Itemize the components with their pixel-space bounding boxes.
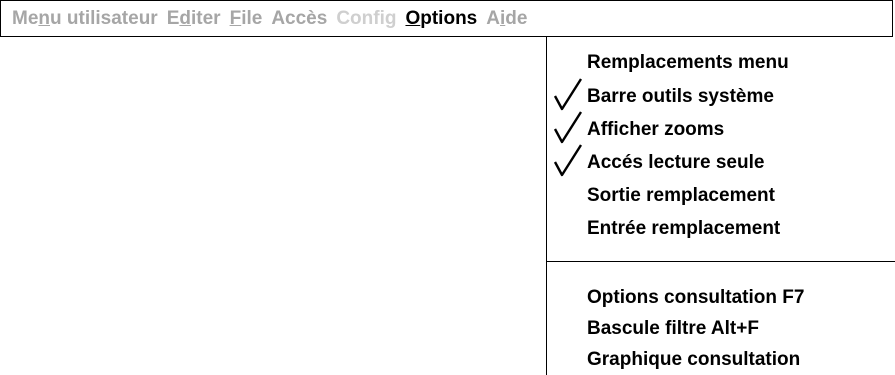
menu-options[interactable]: Options	[405, 8, 477, 30]
menu-item-label: Accés lecture seule	[587, 151, 765, 173]
menu-editer[interactable]: Editer	[167, 8, 221, 30]
menu-item-sortie-remplacement[interactable]: Sortie remplacement	[547, 180, 895, 211]
menu-acces[interactable]: Accès	[271, 8, 327, 30]
menu-item-label: Remplacements menu	[587, 51, 789, 73]
menu-item-label: Barre outils système	[587, 85, 774, 107]
menu-item-afficher-zooms[interactable]: Afficher zooms	[547, 111, 895, 145]
menu-item-barre-outils-systeme[interactable]: Barre outils système	[547, 78, 895, 112]
menu-utilisateur[interactable]: Menu utilisateur	[12, 8, 158, 30]
menu-separator	[547, 261, 895, 262]
checkmark-icon	[553, 78, 583, 111]
menu-item-remplacements-menu[interactable]: Remplacements menu	[547, 47, 895, 78]
menu-item-label: Entrée remplacement	[587, 217, 781, 239]
menu-item-entree-remplacement[interactable]: Entrée remplacement	[547, 213, 895, 244]
checkmark-icon	[553, 144, 583, 177]
menu-file[interactable]: File	[230, 8, 263, 30]
menu-item-options-consultation[interactable]: Options consultation F7	[547, 282, 895, 313]
menu-item-label: Options consultation F7	[587, 286, 805, 308]
menu-item-label: Graphique consultation	[587, 348, 801, 370]
menu-bar: Menu utilisateur Editer File Accès Confi…	[0, 0, 893, 37]
menu-item-acces-lecture-seule[interactable]: Accés lecture seule	[547, 144, 895, 178]
menu-item-label: Bascule filtre Alt+F	[587, 317, 759, 339]
menu-config: Config	[336, 7, 397, 29]
menu-item-label: Sortie remplacement	[587, 184, 775, 206]
menu-item-label: Afficher zooms	[587, 118, 725, 140]
menu-aide[interactable]: Aide	[486, 8, 527, 30]
menu-item-bascule-filtre[interactable]: Bascule filtre Alt+F	[547, 313, 895, 344]
options-dropdown-menu: Remplacements menu Barre outils système …	[546, 37, 895, 375]
menu-item-graphique-consultation[interactable]: Graphique consultation	[547, 344, 895, 375]
checkmark-icon	[553, 111, 583, 144]
